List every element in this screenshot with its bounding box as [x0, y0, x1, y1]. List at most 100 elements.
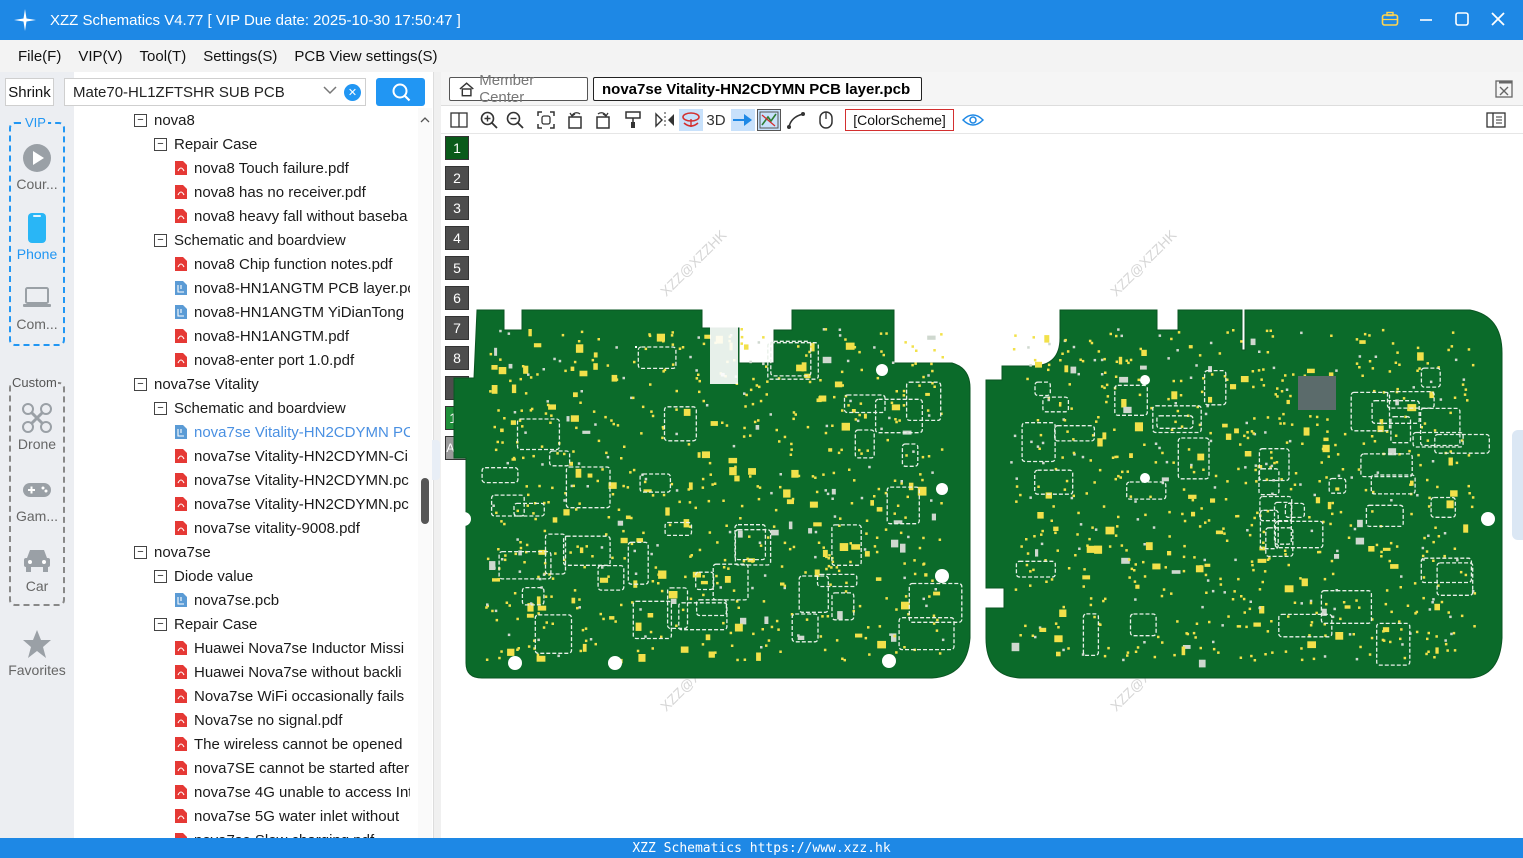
close-button[interactable] [1487, 8, 1509, 30]
minimize-button[interactable] [1415, 8, 1437, 30]
search-input[interactable]: Mate70-HL1ZFTSHR SUB PCB ✕ [64, 78, 366, 106]
eye-icon[interactable] [961, 109, 985, 131]
tree-file[interactable]: nova7se Slow charging.pdf [174, 828, 410, 838]
fit-view-icon[interactable] [536, 109, 556, 131]
nav-drone[interactable]: Drone [0, 402, 74, 452]
pcb-board-right[interactable] [980, 308, 1504, 680]
clear-search-icon[interactable]: ✕ [344, 84, 361, 101]
chevron-down-icon[interactable] [323, 83, 337, 98]
tree-file[interactable]: nova7se.pcb [174, 588, 410, 612]
nav-courses-label: Cour... [16, 176, 58, 192]
tab-member-center[interactable]: Member Center [449, 72, 588, 106]
collapse-icon[interactable]: − [154, 569, 167, 583]
tree-file[interactable]: nova7se Vitality-HN2CDYMN.pc [174, 468, 410, 492]
tree-file[interactable]: nova7se 5G water inlet without [174, 804, 410, 828]
layer-button-3[interactable]: 3 [445, 196, 469, 220]
split-view-icon[interactable] [449, 109, 469, 131]
menu-file[interactable]: File(F) [18, 48, 61, 65]
collapse-icon[interactable]: − [154, 401, 167, 415]
tree-scroll-thumb[interactable] [421, 478, 429, 524]
tree-folder[interactable]: − nova8 [134, 108, 410, 132]
color-scheme-button[interactable]: [ColorScheme] [845, 109, 954, 131]
collapse-icon[interactable]: − [154, 137, 167, 151]
paint-brush-icon[interactable] [623, 109, 643, 131]
tree-file[interactable]: Nova7se WiFi occasionally fails [174, 684, 410, 708]
tree-file[interactable]: Huawei Nova7se without backli [174, 660, 410, 684]
tree-file[interactable]: Nova7se no signal.pdf [174, 708, 410, 732]
collapse-icon[interactable]: − [154, 617, 167, 631]
close-tab-icon[interactable] [1495, 80, 1513, 103]
tree-file[interactable]: nova8 heavy fall without baseba [174, 204, 410, 228]
zoom-out-icon[interactable] [505, 109, 525, 131]
nav-courses[interactable]: Cour... [0, 142, 74, 192]
tree-file[interactable]: nova8-HN1ANGTM YiDianTong [174, 300, 410, 324]
tree-file[interactable]: nova8-HN1ANGTM PCB layer.pc [174, 276, 410, 300]
tree-file[interactable]: Huawei Nova7se Inductor Missi [174, 636, 410, 660]
nav-car[interactable]: Car [0, 544, 74, 594]
layer-button-2[interactable]: 2 [445, 166, 469, 190]
search-button[interactable] [376, 78, 425, 106]
tree-file[interactable]: nova7se Vitality-HN2CDYMN-Ci [174, 444, 410, 468]
nav-game[interactable]: Gam... [0, 474, 74, 524]
menu-vip[interactable]: VIP(V) [78, 48, 122, 65]
tree-folder[interactable]: − Repair Case [154, 132, 410, 156]
pin-arrow-icon[interactable] [731, 109, 755, 131]
layer-button-4[interactable]: 4 [445, 226, 469, 250]
view-3d-button[interactable]: 3D [705, 109, 727, 131]
menu-pcb-view-settings[interactable]: PCB View settings(S) [294, 48, 437, 65]
zoom-in-icon[interactable] [479, 109, 499, 131]
tab-active-pcb[interactable]: nova7se Vitality-HN2CDYMN PCB layer.pcb [593, 77, 922, 101]
tree-folder[interactable]: − Schematic and boardview [154, 228, 410, 252]
net-highlight-icon[interactable] [757, 109, 781, 131]
menu-tool[interactable]: Tool(T) [140, 48, 187, 65]
tree-folder[interactable]: − nova7se Vitality [134, 372, 410, 396]
tree-file[interactable]: nova7SE cannot be started after [174, 756, 410, 780]
tree-folder[interactable]: − Diode value [154, 564, 410, 588]
trace-route-icon[interactable] [785, 109, 807, 131]
shrink-button[interactable]: Shrink [5, 78, 54, 106]
pcb-board-left[interactable] [452, 308, 972, 680]
panel-toggle-icon[interactable] [1485, 109, 1507, 131]
tree-file[interactable]: nova8 Chip function notes.pdf [174, 252, 410, 276]
layer-button-6[interactable]: 6 [445, 286, 469, 310]
tree-folder[interactable]: − nova7se [134, 540, 410, 564]
rotate-right-icon[interactable] [593, 109, 613, 131]
tree-file[interactable]: nova8 Touch failure.pdf [174, 156, 410, 180]
tree-file[interactable]: nova7se vitality-9008.pdf [174, 516, 410, 540]
tree-label: nova7se Vitality-HN2CDYMN-Ci [194, 447, 408, 465]
tree-file[interactable]: nova7se 4G unable to access Int [174, 780, 410, 804]
collapse-icon[interactable]: − [154, 233, 167, 247]
rotate-left-icon[interactable] [565, 109, 585, 131]
layer-button-5[interactable]: 5 [445, 256, 469, 280]
nav-favorites[interactable]: Favorites [0, 628, 74, 678]
tree-file[interactable]: nova8-enter port 1.0.pdf [174, 348, 410, 372]
tree-file[interactable]: nova7se Vitality-HN2CDYMN.pc [174, 492, 410, 516]
tree-folder[interactable]: − Schematic and boardview [154, 396, 410, 420]
collapse-icon[interactable]: − [134, 113, 147, 127]
briefcase-icon[interactable] [1379, 8, 1401, 30]
tree-file[interactable]: The wireless cannot be opened [174, 732, 410, 756]
nav-computer[interactable]: Com... [0, 282, 74, 332]
tree-file[interactable]: nova7se Vitality-HN2CDYMN PC [174, 420, 410, 444]
maximize-button[interactable] [1451, 8, 1473, 30]
nav-game-label: Gam... [15, 508, 58, 524]
tree-folder[interactable]: − Repair Case [154, 612, 410, 636]
collapse-icon[interactable]: − [134, 377, 147, 391]
tree-file[interactable]: nova8 has no receiver.pdf [174, 180, 410, 204]
menu-settings[interactable]: Settings(S) [203, 48, 277, 65]
right-panel-handle[interactable] [1512, 430, 1523, 540]
tree-label: nova7se Vitality [154, 375, 259, 393]
layer-button-1[interactable]: 1 [445, 136, 469, 160]
nav-phone[interactable]: Phone [0, 212, 74, 262]
pcb-toolbar: 3D [ColorScheme] [441, 106, 1523, 134]
tree-scrollbar[interactable] [418, 108, 432, 838]
tree-file[interactable]: nova8-HN1ANGTM.pdf [174, 324, 410, 348]
collapse-icon[interactable]: − [134, 545, 147, 559]
flip-board-icon[interactable] [679, 109, 703, 131]
left-panel-handle[interactable] [432, 440, 440, 480]
tree-label: nova8-HN1ANGTM PCB layer.pc [194, 279, 410, 297]
tree-label: nova7se [154, 543, 211, 561]
mouse-icon[interactable] [817, 109, 835, 131]
nav-drone-label: Drone [17, 436, 57, 452]
mirror-icon[interactable] [654, 109, 676, 131]
